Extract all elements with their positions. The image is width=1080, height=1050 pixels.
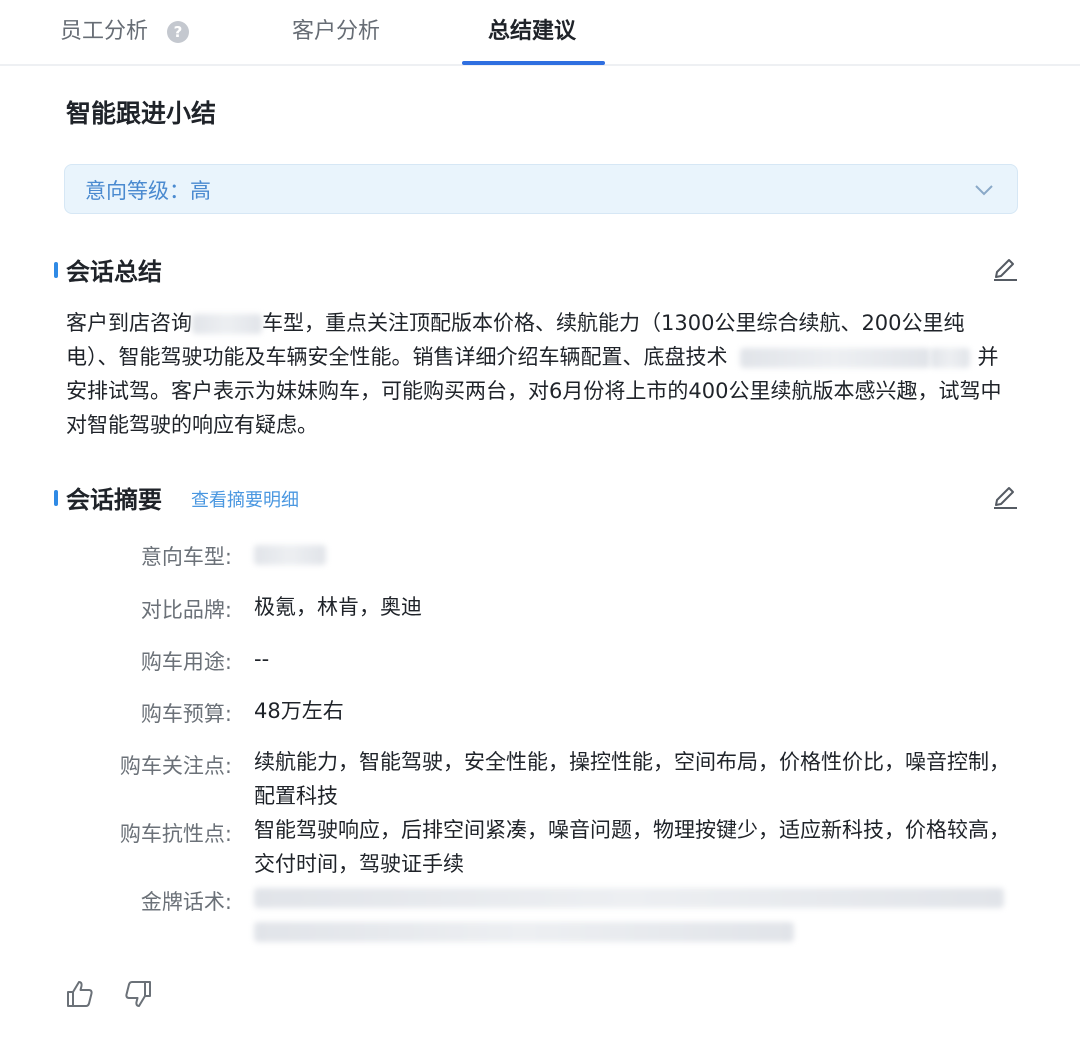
conversation-summary-text: 客户到店咨询 车型，重点关注顶配版本价格、续航能力（1300公里综合续航、200公… — [66, 306, 1016, 442]
field-label-compare-brands: 对比品牌: — [140, 598, 232, 622]
view-digest-detail-link[interactable]: 查看摘要明细 — [191, 486, 299, 512]
field-label-resistance-points: 购车抗性点: — [119, 822, 232, 846]
field-label-purchase-use: 购车用途: — [140, 650, 232, 674]
chevron-down-icon — [975, 185, 993, 196]
field-label-intent-model: 意向车型: — [140, 545, 232, 569]
thumbs-up-icon[interactable] — [64, 978, 96, 1010]
conversation-summary-title: 会话总结 — [66, 258, 162, 286]
redacted-text — [254, 888, 1004, 908]
field-value-purchase-use: -- — [254, 647, 270, 671]
field-label-budget: 购车预算: — [140, 702, 232, 726]
redacted-text — [739, 348, 930, 368]
thumbs-down-icon[interactable] — [122, 978, 154, 1010]
field-value-intent-model — [254, 537, 1014, 571]
conversation-digest-title: 会话摘要 — [66, 486, 162, 514]
edit-icon[interactable] — [990, 480, 1020, 510]
field-value-golden-script — [254, 882, 1014, 942]
edit-icon[interactable] — [990, 252, 1020, 282]
field-label-focus-points: 购车关注点: — [119, 754, 232, 778]
tab-summary-suggestions[interactable]: 总结建议 — [488, 14, 576, 50]
field-value-focus-points: 续航能力，智能驾驶，安全性能，操控性能，空间布局，价格性价比，噪音控制，配置科技 — [254, 750, 1010, 808]
field-value-budget: 48万左右 — [254, 699, 344, 723]
active-tab-indicator — [462, 61, 605, 65]
redacted-text — [254, 545, 326, 565]
page-title: 智能跟进小结 — [66, 99, 217, 128]
redacted-text — [254, 922, 794, 942]
field-label-golden-script: 金牌话术: — [140, 890, 232, 914]
help-icon[interactable]: ? — [167, 21, 189, 43]
field-value-resistance-points: 智能驾驶响应，后排空间紧凑，噪音问题，物理按键少，适应新科技，价格较高，交付时间… — [254, 818, 1010, 876]
tab-customer-analysis[interactable]: 客户分析 — [292, 14, 380, 50]
summary-text-part: 客户到店咨询 — [66, 311, 192, 335]
field-value-compare-brands: 极氪，林肯，奥迪 — [254, 595, 422, 619]
section-marker — [54, 262, 58, 278]
redacted-text — [929, 348, 970, 368]
redacted-text — [192, 314, 262, 334]
intent-level-dropdown[interactable]: 意向等级：高 — [64, 164, 1018, 214]
tab-employee-analysis[interactable]: 员工分析 — [60, 14, 148, 50]
section-marker — [54, 490, 58, 506]
tab-bar: 员工分析 ? 客户分析 总结建议 — [0, 0, 1080, 66]
intent-level-text: 意向等级：高 — [85, 179, 211, 203]
